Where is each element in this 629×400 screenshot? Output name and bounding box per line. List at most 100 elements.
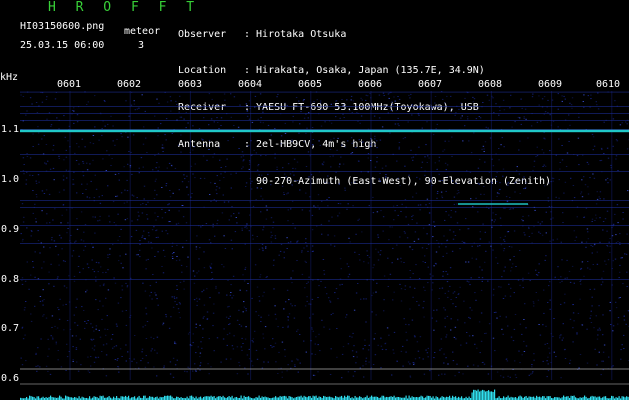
noise-speck xyxy=(380,337,382,339)
noise-speck xyxy=(216,223,218,225)
noise-speck xyxy=(292,223,294,225)
noise-speck xyxy=(523,117,525,119)
noise-speck xyxy=(566,152,569,154)
noise-speck xyxy=(155,294,157,296)
noise-speck xyxy=(78,255,80,257)
noise-speck xyxy=(573,197,576,199)
noise-speck xyxy=(532,169,534,171)
noise-speck xyxy=(216,337,219,339)
noise-speck xyxy=(195,246,198,248)
noise-speck xyxy=(198,298,201,300)
noise-speck xyxy=(82,161,84,163)
noise-speck xyxy=(47,370,49,372)
noise-speck xyxy=(258,174,260,176)
noise-speck xyxy=(562,337,564,339)
noise-speck xyxy=(578,164,580,166)
noise-speck xyxy=(462,140,464,142)
noise-speck xyxy=(255,199,257,200)
noise-speck xyxy=(335,100,337,102)
noise-speck xyxy=(270,184,272,186)
noise-speck xyxy=(243,280,246,282)
noise-speck xyxy=(94,174,96,176)
noise-speck xyxy=(379,172,381,174)
noise-speck xyxy=(284,133,287,134)
noise-speck xyxy=(391,226,393,228)
noise-speck xyxy=(178,302,181,304)
noise-speck xyxy=(389,226,391,228)
noise-speck xyxy=(36,196,38,198)
noise-speck xyxy=(412,156,415,158)
noise-speck xyxy=(571,107,573,109)
noise-speck xyxy=(125,282,127,284)
amplitude-bar xyxy=(122,396,124,400)
noise-speck xyxy=(576,332,578,334)
noise-band xyxy=(20,279,629,280)
noise-speck xyxy=(176,297,178,299)
noise-speck xyxy=(299,189,301,191)
amplitude-bar xyxy=(65,395,67,400)
noise-speck xyxy=(349,110,351,112)
noise-speck xyxy=(318,140,320,142)
noise-speck xyxy=(336,328,338,329)
noise-speck xyxy=(435,320,438,322)
noise-speck xyxy=(579,298,581,300)
noise-speck xyxy=(79,338,81,340)
noise-speck xyxy=(121,285,123,287)
noise-speck xyxy=(223,93,226,95)
noise-speck xyxy=(286,370,288,372)
noise-speck xyxy=(290,277,292,279)
noise-speck xyxy=(147,232,150,234)
noise-speck xyxy=(621,122,623,124)
noise-speck xyxy=(129,316,131,318)
noise-speck xyxy=(208,139,211,141)
noise-speck xyxy=(109,248,111,250)
noise-speck xyxy=(305,192,307,194)
noise-speck xyxy=(414,336,416,338)
amplitude-bar xyxy=(473,389,475,400)
noise-speck xyxy=(356,112,358,114)
noise-speck xyxy=(153,226,155,228)
noise-speck xyxy=(498,114,500,116)
noise-speck xyxy=(133,195,135,197)
noise-speck xyxy=(377,259,380,261)
noise-speck xyxy=(198,258,200,260)
noise-speck xyxy=(330,166,332,168)
noise-speck xyxy=(87,356,89,358)
noise-speck xyxy=(42,315,44,317)
amplitude-bar xyxy=(329,396,331,400)
noise-speck xyxy=(68,125,71,127)
noise-speck xyxy=(426,233,428,235)
amplitude-bar xyxy=(144,395,146,400)
noise-speck xyxy=(503,250,505,252)
noise-speck xyxy=(586,362,589,364)
amplitude-bar xyxy=(222,395,224,400)
noise-speck xyxy=(559,337,561,339)
noise-speck xyxy=(105,334,107,336)
noise-speck xyxy=(186,186,188,188)
noise-speck xyxy=(54,208,56,210)
noise-speck xyxy=(20,357,22,359)
noise-speck xyxy=(34,276,36,278)
noise-speck xyxy=(450,109,452,111)
amplitude-bar xyxy=(519,395,521,400)
noise-speck xyxy=(328,328,331,330)
noise-speck xyxy=(30,320,33,322)
noise-speck xyxy=(249,108,251,110)
noise-speck xyxy=(60,222,62,224)
noise-speck xyxy=(153,338,155,340)
noise-speck xyxy=(470,198,472,200)
noise-speck xyxy=(478,183,481,185)
noise-speck xyxy=(297,240,299,242)
noise-speck xyxy=(568,270,571,272)
noise-speck xyxy=(286,104,288,106)
info-row-observer: Observer: Hirotaka Otsuka xyxy=(178,28,347,40)
noise-speck xyxy=(154,115,156,117)
noise-speck xyxy=(487,127,489,129)
noise-speck xyxy=(397,258,399,260)
noise-speck xyxy=(523,116,525,118)
noise-speck xyxy=(393,291,395,293)
noise-speck xyxy=(174,167,177,169)
noise-speck xyxy=(469,284,471,286)
noise-speck xyxy=(73,280,76,282)
noise-speck xyxy=(417,350,420,352)
